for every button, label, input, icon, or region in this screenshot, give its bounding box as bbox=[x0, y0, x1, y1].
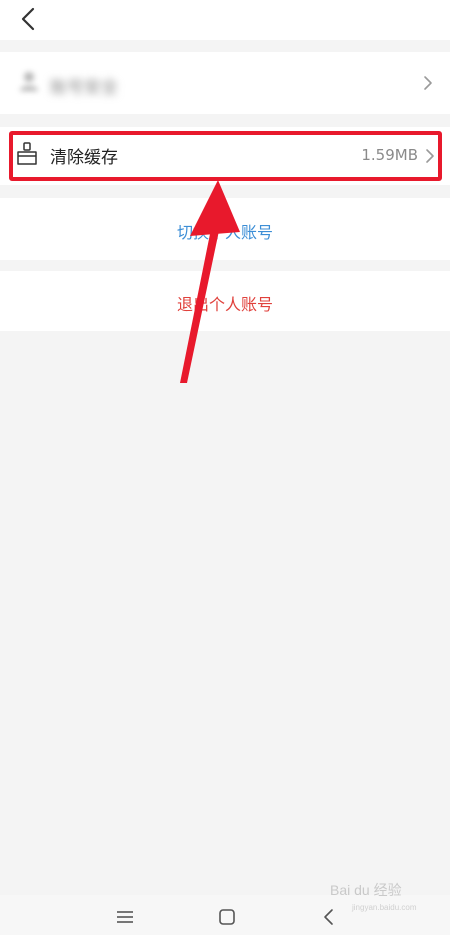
chevron-right-icon bbox=[426, 149, 434, 163]
blurred-setting-item[interactable]: 账号安全 bbox=[0, 52, 450, 114]
system-nav-bar bbox=[0, 895, 450, 935]
person-icon bbox=[20, 72, 38, 91]
broom-icon bbox=[17, 142, 37, 165]
switch-account-button[interactable]: 切换个人账号 bbox=[0, 198, 450, 260]
back-icon[interactable] bbox=[320, 908, 340, 926]
menu-icon[interactable] bbox=[115, 908, 135, 926]
clear-cache-label: 清除缓存 bbox=[50, 148, 118, 168]
top-bar bbox=[0, 0, 450, 40]
watermark-url: jingyan.baidu.com bbox=[352, 903, 417, 912]
logout-label: 退出个人账号 bbox=[176, 295, 273, 314]
switch-account-label: 切换个人账号 bbox=[176, 223, 273, 242]
logout-button[interactable]: 退出个人账号 bbox=[0, 271, 450, 331]
cache-size-value: 1.59MB bbox=[361, 146, 418, 164]
back-arrow-icon[interactable] bbox=[14, 4, 44, 34]
watermark-logo: Bai du 经验 bbox=[330, 882, 402, 898]
home-icon[interactable] bbox=[217, 908, 237, 926]
blurred-setting-label: 账号安全 bbox=[50, 78, 118, 98]
chevron-right-icon bbox=[424, 76, 432, 90]
clear-cache-item[interactable]: 清除缓存 1.59MB bbox=[0, 127, 450, 185]
